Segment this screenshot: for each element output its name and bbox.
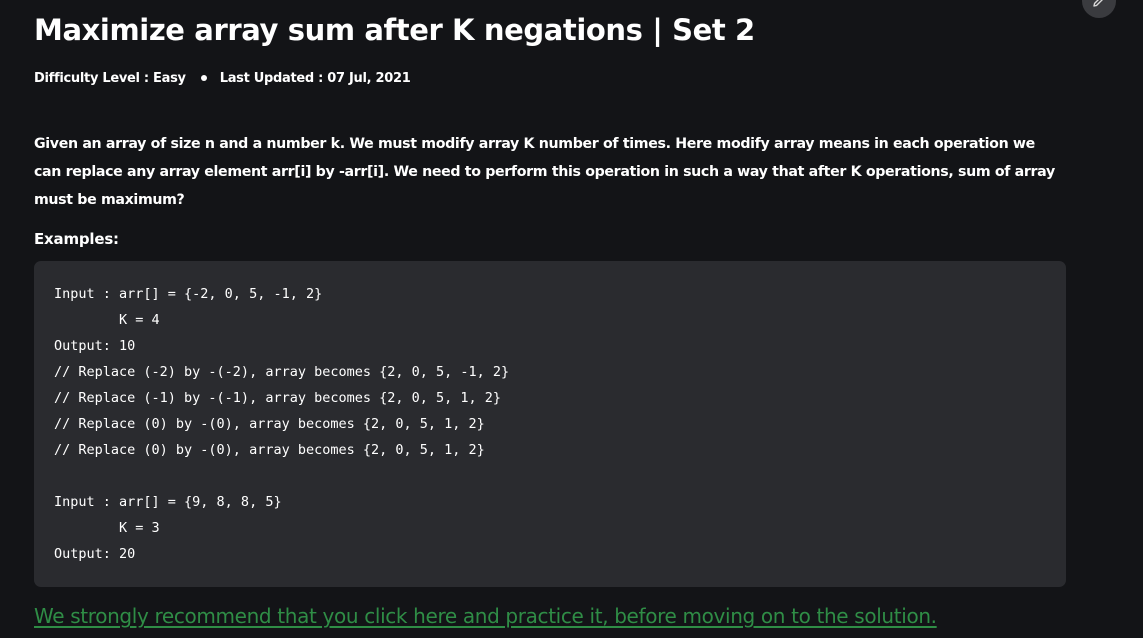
examples-heading: Examples: (34, 230, 119, 248)
article-meta: Difficulty Level : Easy Last Updated : 0… (34, 69, 411, 87)
code-text: Input : arr[] = {-2, 0, 5, -1, 2} K = 4 … (54, 286, 510, 562)
last-updated: Last Updated : 07 Jul, 2021 (219, 70, 411, 86)
edit-button[interactable] (1082, 0, 1116, 18)
pencil-icon (1093, 0, 1103, 7)
practice-link[interactable]: We strongly recommend that you click her… (34, 601, 937, 631)
difficulty-level: Difficulty Level : Easy (34, 70, 186, 86)
problem-description: Given an array of size n and a number k.… (34, 136, 1055, 208)
code-block: Input : arr[] = {-2, 0, 5, -1, 2} K = 4 … (34, 261, 1066, 587)
separator-dot (200, 75, 207, 81)
page-title: Maximize array sum after K negations | S… (34, 13, 755, 47)
